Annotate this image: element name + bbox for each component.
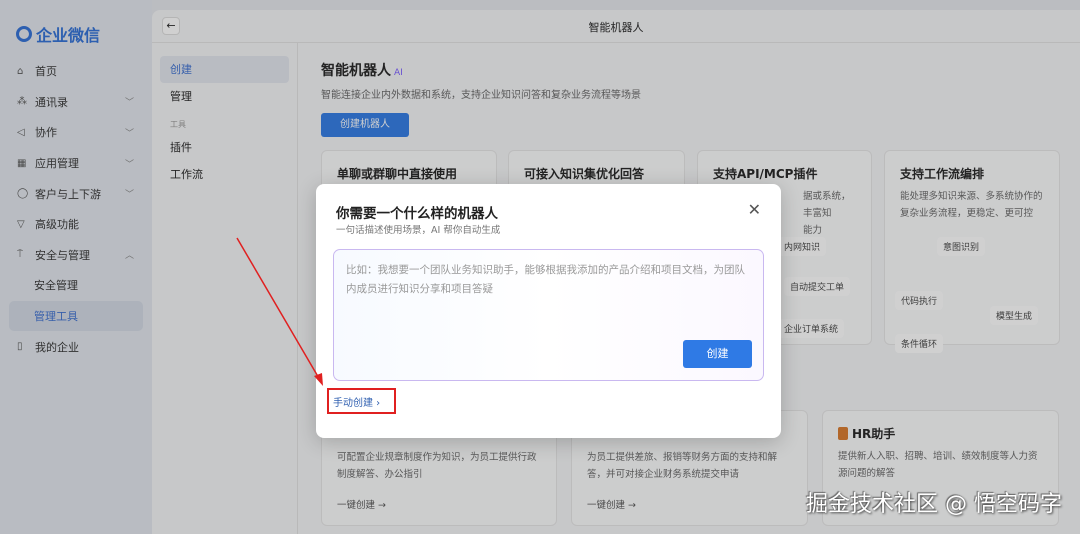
watermark: 掘金技术社区 @ 悟空码字 bbox=[806, 492, 1062, 517]
annotation-arrow bbox=[236, 237, 323, 386]
